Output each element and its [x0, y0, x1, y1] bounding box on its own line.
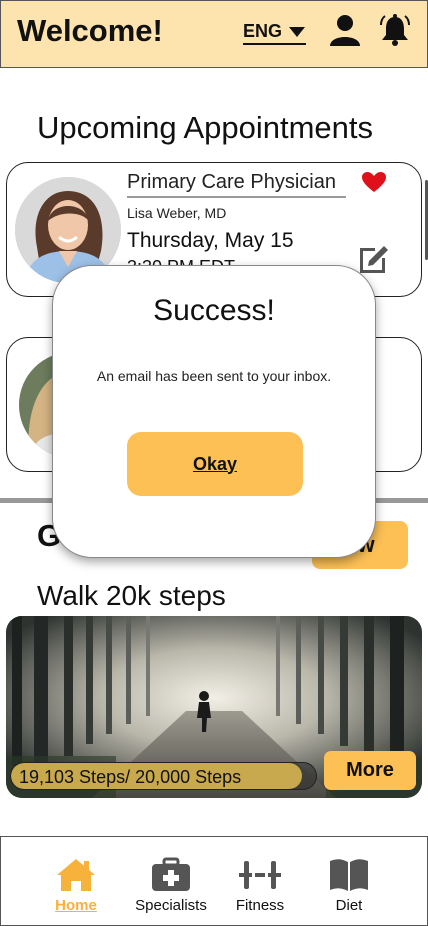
success-modal: Success! An email has been sent to your …: [52, 265, 376, 558]
bottom-nav: Home Specialists Fitness Diet: [0, 836, 428, 926]
modal-title: Success!: [153, 294, 275, 327]
modal-message: An email has been sent to your inbox.: [96, 368, 332, 384]
nav-item-diet[interactable]: Diet: [304, 857, 394, 914]
okay-button[interactable]: Okay: [127, 432, 303, 496]
book-icon: [330, 859, 368, 891]
edit-icon[interactable]: [357, 241, 391, 275]
steps-progress-text: 19,103 Steps/ 20,000 Steps: [19, 767, 242, 787]
dumbbell-icon: [239, 861, 281, 889]
profile-icon[interactable]: [328, 13, 362, 47]
language-label: ENG: [243, 21, 283, 41]
nav-label-home: Home: [55, 897, 97, 914]
nav-label-fitness: Fitness: [235, 897, 285, 914]
appointment-type: Primary Care Physician: [127, 171, 346, 198]
nav-item-fitness[interactable]: Fitness: [215, 857, 305, 914]
goal-name: Walk 20k steps: [37, 580, 226, 611]
medical-kit-icon: [152, 857, 190, 891]
nav-label-diet: Diet: [335, 897, 363, 914]
nav-label-specialists: Specialists: [135, 897, 207, 914]
notification-bell-icon[interactable]: [378, 13, 412, 47]
steps-progress-bar: 19,103 Steps/ 20,000 Steps: [10, 762, 317, 790]
doctor-name: Lisa Weber, MD: [127, 205, 227, 221]
nav-item-home[interactable]: Home: [31, 857, 121, 914]
heart-icon[interactable]: [361, 171, 387, 193]
language-selector[interactable]: ENG: [243, 21, 307, 45]
home-icon: [57, 859, 95, 891]
more-button[interactable]: More: [324, 751, 416, 790]
nav-item-specialists[interactable]: Specialists: [126, 857, 216, 914]
app-header: Welcome! ENG: [0, 0, 428, 68]
welcome-title: Welcome!: [17, 13, 163, 48]
chevron-down-icon: [289, 26, 306, 37]
appointment-date: Thursday, May 15: [127, 229, 294, 252]
appointments-section-title: Upcoming Appointments: [37, 110, 374, 145]
